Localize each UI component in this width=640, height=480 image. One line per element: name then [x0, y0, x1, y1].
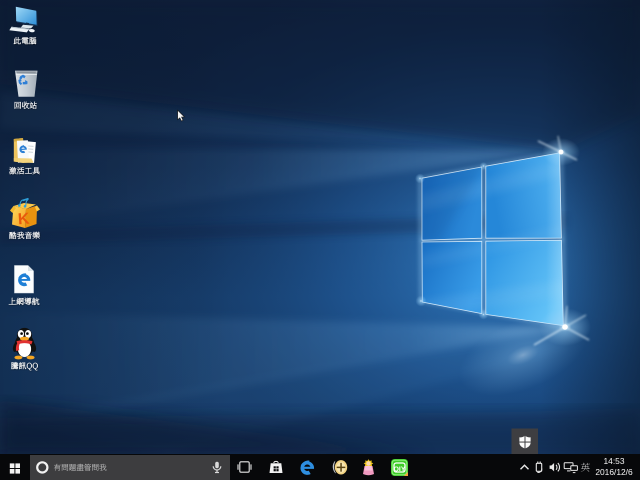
svg-text:2016/12/6: 2016/12/6 — [595, 467, 633, 477]
svg-text:QIY: QIY — [394, 466, 406, 473]
svg-text:K: K — [17, 211, 30, 229]
svg-text:14:53: 14:53 — [604, 456, 625, 466]
